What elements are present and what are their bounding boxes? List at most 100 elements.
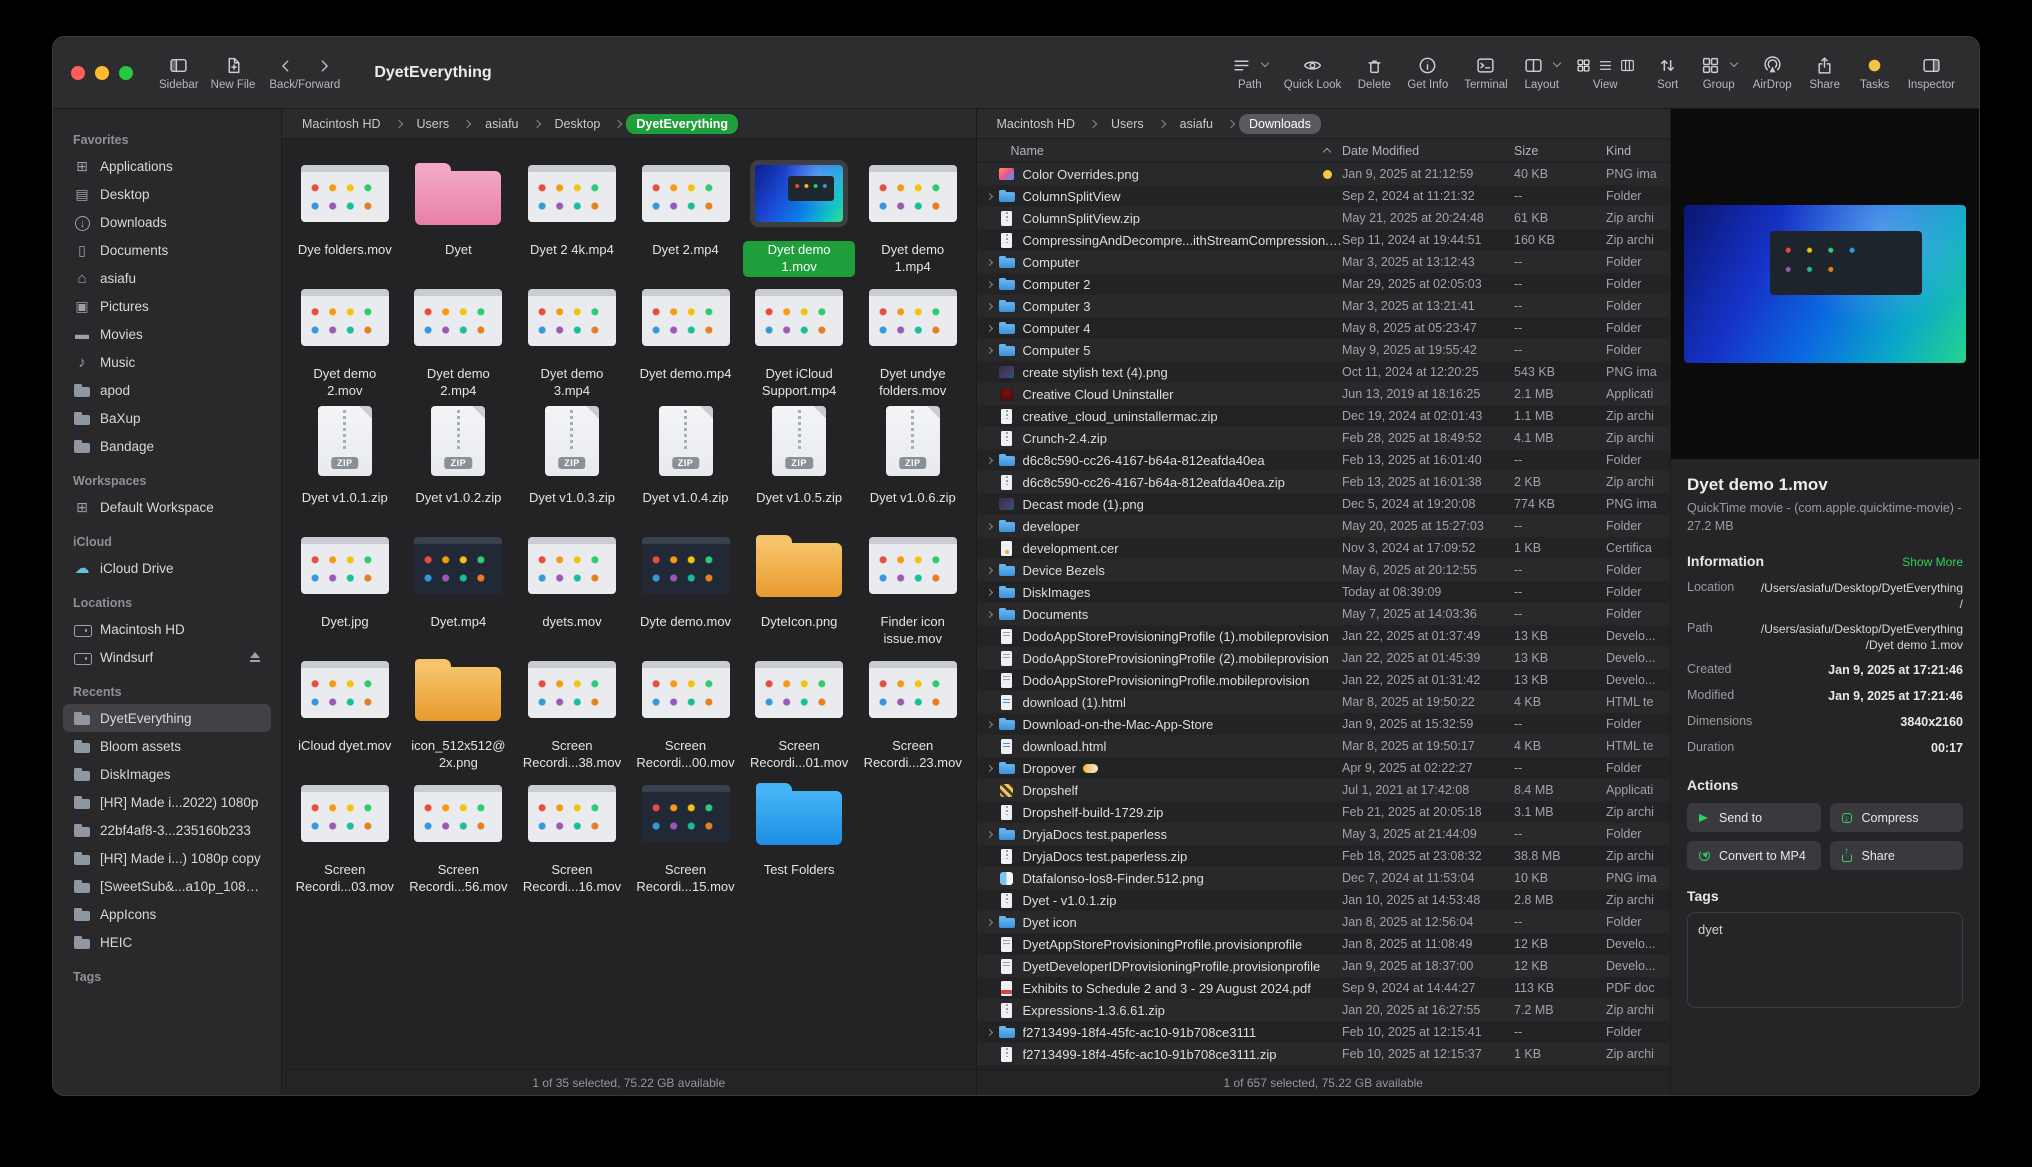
- sidebar-item[interactable]: Applications: [63, 152, 271, 180]
- sidebar-item[interactable]: Default Workspace: [63, 493, 271, 521]
- table-row[interactable]: Download-on-the-Mac-App-Store Jan 9, 202…: [977, 713, 1671, 735]
- action-button[interactable]: Send to: [1687, 803, 1821, 832]
- table-row[interactable]: DodoAppStoreProvisioningProfile (1).mobi…: [977, 625, 1671, 647]
- grid-file-item[interactable]: Dyet undye folders.mov: [856, 277, 970, 401]
- sidebar-item[interactable]: HEIC: [63, 928, 271, 956]
- disclosure-chevron-icon[interactable]: [985, 302, 992, 309]
- table-row[interactable]: download.html Mar 8, 2025 at 19:50:17 4 …: [977, 735, 1671, 757]
- grid-file-item[interactable]: Dyet v1.0.2.zip: [402, 401, 516, 525]
- grid-file-item[interactable]: Dyet v1.0.5.zip: [742, 401, 856, 525]
- table-row[interactable]: Dyet - v1.0.1.zip Jan 10, 2025 at 14:53:…: [977, 889, 1671, 911]
- grid-file-item[interactable]: Dyet demo 2.mp4: [402, 277, 516, 401]
- grid-file-item[interactable]: Screen Recordi...15.mov: [629, 773, 743, 897]
- table-row[interactable]: Computer 4 May 8, 2025 at 05:23:47 -- Fo…: [977, 317, 1671, 339]
- sidebar-item[interactable]: Macintosh HD: [63, 615, 271, 643]
- disclosure-chevron-icon[interactable]: [985, 522, 992, 529]
- column-header-date[interactable]: Date Modified: [1342, 144, 1514, 158]
- table-row[interactable]: DodoAppStoreProvisioningProfile.mobilepr…: [977, 669, 1671, 691]
- table-row[interactable]: Computer 3 Mar 3, 2025 at 13:21:41 -- Fo…: [977, 295, 1671, 317]
- sidebar-item[interactable]: iCloud Drive: [63, 554, 271, 582]
- disclosure-chevron-icon[interactable]: [985, 324, 992, 331]
- table-row[interactable]: Color Overrides.png Jan 9, 2025 at 21:12…: [977, 163, 1671, 185]
- disclosure-chevron-icon[interactable]: [985, 192, 992, 199]
- disclosure-chevron-icon[interactable]: [985, 720, 992, 727]
- table-row[interactable]: Expressions-1.3.6.61.zip Jan 20, 2025 at…: [977, 999, 1671, 1021]
- grid-file-item[interactable]: iCloud dyet.mov: [288, 649, 402, 773]
- breadcrumb-item[interactable]: DyetEverything: [626, 114, 738, 134]
- table-row[interactable]: Dropshelf-build-1729.zip Feb 21, 2025 at…: [977, 801, 1671, 823]
- close-button[interactable]: [71, 66, 85, 80]
- grid-file-item[interactable]: Screen Recordi...23.mov: [856, 649, 970, 773]
- sidebar-item[interactable]: Bloom assets: [63, 732, 271, 760]
- grid-file-item[interactable]: Dyet demo 3.mp4: [515, 277, 629, 401]
- disclosure-chevron-icon[interactable]: [985, 456, 992, 463]
- toolbar-quicklook-button[interactable]: Quick Look: [1278, 54, 1348, 91]
- breadcrumb-item[interactable]: Macintosh HD: [292, 114, 391, 134]
- table-row[interactable]: f2713499-18f4-45fc-ac10-91b708ce3111.zip…: [977, 1043, 1671, 1065]
- grid-file-item[interactable]: Dyet v1.0.4.zip: [629, 401, 743, 525]
- grid-file-item[interactable]: Dyet v1.0.3.zip: [515, 401, 629, 525]
- sidebar-item[interactable]: DiskImages: [63, 760, 271, 788]
- grid-file-item[interactable]: icon_512x512@2x.png: [402, 649, 516, 773]
- table-row[interactable]: Creative Cloud Uninstaller Jun 13, 2019 …: [977, 383, 1671, 405]
- toolbar-sidebar-button[interactable]: Sidebar: [153, 54, 205, 91]
- grid-view-icon[interactable]: [1576, 58, 1591, 73]
- grid-file-item[interactable]: Screen Recordi...56.mov: [402, 773, 516, 897]
- toolbar-layout-button[interactable]: Layout: [1518, 54, 1566, 91]
- breadcrumb-item[interactable]: Downloads: [1239, 114, 1321, 134]
- grid-file-item[interactable]: Dyet v1.0.1.zip: [288, 401, 402, 525]
- table-row[interactable]: DiskImages Today at 08:39:09 -- Folder: [977, 581, 1671, 603]
- grid-file-item[interactable]: Dyet demo 1.mp4: [856, 153, 970, 277]
- table-row[interactable]: Device Bezels May 6, 2025 at 20:12:55 --…: [977, 559, 1671, 581]
- sidebar-item[interactable]: [HR] Made i...) 1080p copy: [63, 844, 271, 872]
- grid-file-item[interactable]: Dyet demo 1.mov: [742, 153, 856, 277]
- grid-file-item[interactable]: Dyet.jpg: [288, 525, 402, 649]
- table-row[interactable]: DryjaDocs test.paperless.zip Feb 18, 202…: [977, 845, 1671, 867]
- forward-button[interactable]: [316, 58, 332, 74]
- column-header-name[interactable]: Name: [977, 144, 1343, 158]
- disclosure-chevron-icon[interactable]: [985, 588, 992, 595]
- toolbar-getinfo-button[interactable]: Get Info: [1401, 54, 1454, 91]
- table-row[interactable]: Dtafalonso-los8-Finder.512.png Dec 7, 20…: [977, 867, 1671, 889]
- grid-file-item[interactable]: Dyet iCloud Support.mp4: [742, 277, 856, 401]
- sidebar-item[interactable]: Documents: [63, 236, 271, 264]
- table-row[interactable]: DryjaDocs test.paperless May 3, 2025 at …: [977, 823, 1671, 845]
- toolbar-tasks-button[interactable]: Tasks: [1852, 54, 1898, 91]
- sidebar-item[interactable]: Music: [63, 348, 271, 376]
- sidebar-item[interactable]: asiafu: [63, 264, 271, 292]
- grid-file-item[interactable]: Dyet 2.mp4: [629, 153, 743, 277]
- table-row[interactable]: CompressingAndDecompre...ithStreamCompre…: [977, 229, 1671, 251]
- grid-file-item[interactable]: Screen Recordi...03.mov: [288, 773, 402, 897]
- sidebar-item[interactable]: AppIcons: [63, 900, 271, 928]
- grid-file-item[interactable]: Dyet v1.0.6.zip: [856, 401, 970, 525]
- disclosure-chevron-icon[interactable]: [985, 764, 992, 771]
- grid-file-item[interactable]: Screen Recordi...00.mov: [629, 649, 743, 773]
- breadcrumb-item[interactable]: Users: [1101, 114, 1154, 134]
- breadcrumb-item[interactable]: Users: [407, 114, 460, 134]
- column-header-size[interactable]: Size: [1514, 144, 1606, 158]
- sidebar-item[interactable]: Bandage: [63, 432, 271, 460]
- table-row[interactable]: Dropshelf Jul 1, 2021 at 17:42:08 8.4 MB…: [977, 779, 1671, 801]
- breadcrumb-item[interactable]: Macintosh HD: [987, 114, 1086, 134]
- grid-file-item[interactable]: DyteIcon.png: [742, 525, 856, 649]
- toolbar-share-button[interactable]: Share: [1802, 54, 1848, 91]
- breadcrumb-item[interactable]: asiafu: [475, 114, 528, 134]
- table-row[interactable]: create stylish text (4).png Oct 11, 2024…: [977, 361, 1671, 383]
- column-header-kind[interactable]: Kind: [1606, 144, 1670, 158]
- table-row[interactable]: d6c8c590-cc26-4167-b64a-812eafda40ea Feb…: [977, 449, 1671, 471]
- eject-icon[interactable]: [249, 652, 261, 663]
- toolbar-inspector-button[interactable]: Inspector: [1902, 54, 1961, 91]
- sidebar-item[interactable]: BaXup: [63, 404, 271, 432]
- toolbar-view-switcher[interactable]: View: [1570, 54, 1641, 91]
- table-row[interactable]: Exhibits to Schedule 2 and 3 - 29 August…: [977, 977, 1671, 999]
- sidebar-item[interactable]: Pictures: [63, 292, 271, 320]
- toolbar-terminal-button[interactable]: Terminal: [1458, 54, 1513, 91]
- column-view-icon[interactable]: [1620, 58, 1635, 73]
- grid-file-item[interactable]: Dyet 2 4k.mp4: [515, 153, 629, 277]
- toolbar-delete-button[interactable]: Delete: [1351, 54, 1397, 91]
- action-button[interactable]: Share: [1830, 841, 1964, 870]
- grid-file-item[interactable]: Dyet.mp4: [402, 525, 516, 649]
- table-row[interactable]: DodoAppStoreProvisioningProfile (2).mobi…: [977, 647, 1671, 669]
- grid-file-item[interactable]: Dyte demo.mov: [629, 525, 743, 649]
- table-row[interactable]: download (1).html Mar 8, 2025 at 19:50:2…: [977, 691, 1671, 713]
